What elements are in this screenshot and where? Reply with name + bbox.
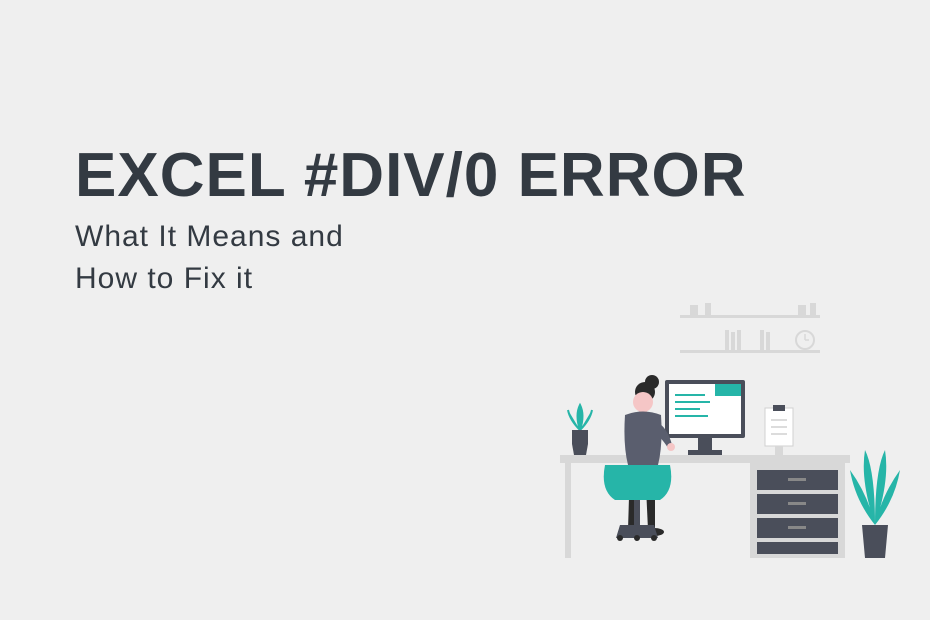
subtitle-line-2: How to Fix it — [75, 262, 253, 295]
subtitle: What It Means and How to Fix it — [75, 216, 746, 300]
text-content: EXCEL #DIV/0 ERROR What It Means and How… — [75, 140, 746, 300]
page-title: EXCEL #DIV/0 ERROR — [75, 140, 746, 211]
desk-illustration — [550, 300, 900, 590]
subtitle-line-1: What It Means and — [75, 220, 344, 253]
